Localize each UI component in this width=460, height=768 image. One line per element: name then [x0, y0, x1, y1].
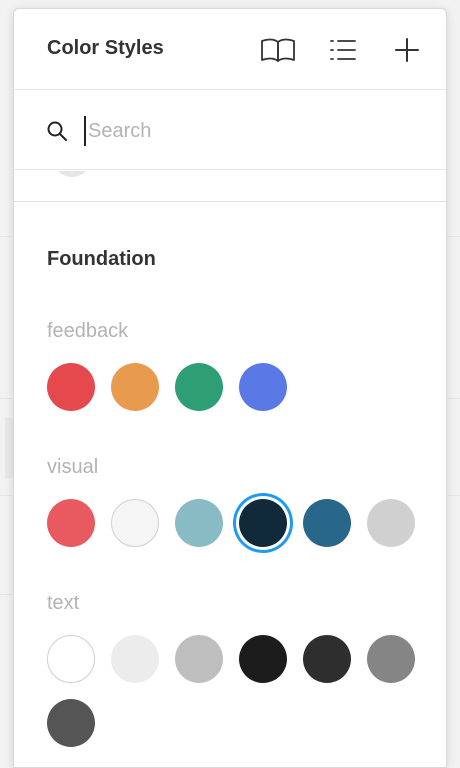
- swatch-row-text: [47, 635, 427, 747]
- group-label-text: text: [47, 592, 80, 614]
- list-icon: [330, 40, 356, 60]
- color-swatch[interactable]: [239, 363, 287, 411]
- panel-title: Color Styles: [47, 37, 164, 59]
- search-icon: [47, 121, 67, 141]
- swatch-row-visual: [47, 499, 427, 547]
- add-style-button[interactable]: [387, 33, 427, 67]
- color-swatch[interactable]: [175, 499, 223, 547]
- color-swatch[interactable]: [111, 363, 159, 411]
- library-button[interactable]: [258, 33, 298, 67]
- swatch-row-feedback: [47, 363, 427, 411]
- color-swatch[interactable]: [47, 363, 95, 411]
- group-label-feedback: feedback: [47, 320, 129, 342]
- color-swatch[interactable]: [303, 635, 351, 683]
- list-view-button[interactable]: [323, 33, 363, 67]
- color-swatch[interactable]: [367, 499, 415, 547]
- color-styles-panel: Color Styles Search Foundation feedback …: [13, 8, 447, 768]
- search-bar: [14, 90, 446, 170]
- styles-list[interactable]: Foundation feedback visual text: [14, 171, 446, 767]
- color-swatch[interactable]: [47, 635, 95, 683]
- book-icon: [261, 38, 295, 62]
- panel-header: Color Styles: [14, 9, 446, 90]
- color-swatch[interactable]: [52, 171, 92, 177]
- search-input[interactable]: [84, 116, 404, 146]
- color-swatch[interactable]: [111, 499, 159, 547]
- section-title: Foundation: [47, 248, 156, 270]
- plus-icon: [395, 38, 419, 62]
- list-item-partial: [14, 171, 446, 202]
- color-swatch[interactable]: [175, 635, 223, 683]
- color-swatch[interactable]: [175, 363, 223, 411]
- color-swatch[interactable]: [239, 635, 287, 683]
- group-label-visual: visual: [47, 456, 99, 478]
- color-swatch[interactable]: [111, 635, 159, 683]
- color-swatch[interactable]: [47, 699, 95, 747]
- color-swatch[interactable]: [303, 499, 351, 547]
- color-swatch[interactable]: [47, 499, 95, 547]
- color-swatch[interactable]: [367, 635, 415, 683]
- color-swatch[interactable]: [239, 499, 287, 547]
